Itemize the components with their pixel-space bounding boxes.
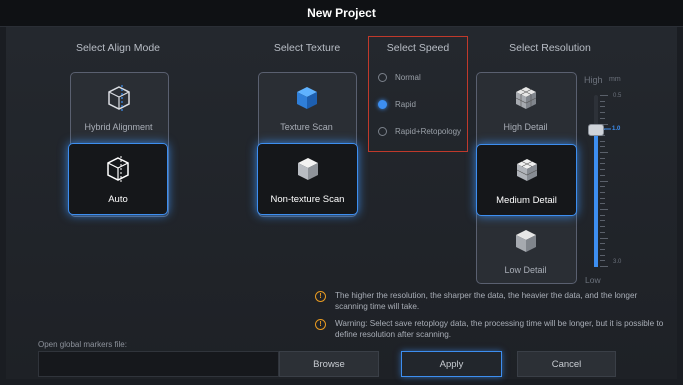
resolution-slider-fill xyxy=(594,124,598,267)
non-texture-scan-label: Non-texture Scan xyxy=(270,194,345,205)
warning-icon: ! xyxy=(315,291,326,302)
resolution-option-low[interactable]: Low Detail xyxy=(476,215,575,282)
retopology-warning-text: Warning: Select save retoplogy data, the… xyxy=(335,319,664,339)
retopology-warning: ! Warning: Select save retoplogy data, t… xyxy=(315,318,665,340)
radio-rapid[interactable] xyxy=(378,100,387,109)
resolution-slider-handle[interactable] xyxy=(588,124,604,136)
apply-button[interactable]: Apply xyxy=(401,351,502,377)
resolution-option-medium[interactable]: Medium Detail xyxy=(476,144,577,216)
slider-max-value: 0.5 xyxy=(613,93,622,99)
radio-normal[interactable] xyxy=(378,73,387,82)
auto-align-icon xyxy=(107,156,129,182)
slider-high-label: High xyxy=(584,75,603,85)
low-detail-cube-icon xyxy=(515,230,536,252)
rapid-retopology-label: Rapid+Retopology xyxy=(395,127,462,136)
resolution-slider-track[interactable] xyxy=(594,95,598,267)
normal-label: Normal xyxy=(395,73,421,82)
browse-button[interactable]: Browse xyxy=(279,351,379,377)
resolution-heading: Select Resolution xyxy=(509,42,591,54)
radio-rapid-retopology[interactable] xyxy=(378,127,387,136)
texture-option-texture-scan[interactable]: Texture Scan xyxy=(258,72,355,142)
texture-heading: Select Texture xyxy=(273,42,341,54)
auto-label: Auto xyxy=(108,194,128,205)
title-bar: New Project xyxy=(0,0,683,27)
align-option-auto[interactable]: Auto xyxy=(68,143,168,215)
resolution-note: ! The higher the resolution, the sharper… xyxy=(315,290,665,312)
slider-current-value: 1.0 xyxy=(612,126,621,132)
slider-min-value: 3.0 xyxy=(613,259,622,265)
resolution-note-text: The higher the resolution, the sharper t… xyxy=(335,291,638,311)
cancel-button[interactable]: Cancel xyxy=(517,351,616,377)
markers-file-input[interactable] xyxy=(38,351,279,377)
texture-scan-label: Texture Scan xyxy=(280,122,333,132)
resolution-option-high[interactable]: High Detail xyxy=(476,72,575,142)
dialog-title: New Project xyxy=(307,6,376,20)
slider-low-label: Low xyxy=(585,275,601,285)
texture-option-non-texture[interactable]: Non-texture Scan xyxy=(257,143,358,215)
low-detail-label: Low Detail xyxy=(504,265,547,275)
slider-unit-label: mm xyxy=(609,76,621,83)
high-detail-cube-icon xyxy=(515,87,536,109)
rapid-label: Rapid xyxy=(395,100,416,109)
medium-detail-label: Medium Detail xyxy=(496,195,557,206)
warning-icon: ! xyxy=(315,319,326,330)
resolution-slider-ticks xyxy=(600,95,608,267)
speed-option-rapid-retopology[interactable]: Rapid+Retopology xyxy=(378,127,461,136)
medium-detail-cube-icon xyxy=(516,159,537,181)
high-detail-label: High Detail xyxy=(503,122,548,132)
hybrid-alignment-icon xyxy=(107,85,130,111)
align-mode-heading: Select Align Mode xyxy=(75,42,161,54)
speed-option-normal[interactable]: Normal xyxy=(378,73,421,82)
markers-file-label: Open global markers file: xyxy=(38,340,127,349)
align-option-hybrid[interactable]: Hybrid Alignment xyxy=(70,72,167,142)
non-texture-cube-icon xyxy=(297,158,318,180)
hybrid-alignment-label: Hybrid Alignment xyxy=(84,122,153,132)
speed-heading: Select Speed xyxy=(386,42,450,54)
speed-option-rapid[interactable]: Rapid xyxy=(378,100,416,109)
texture-cube-icon xyxy=(296,87,317,109)
